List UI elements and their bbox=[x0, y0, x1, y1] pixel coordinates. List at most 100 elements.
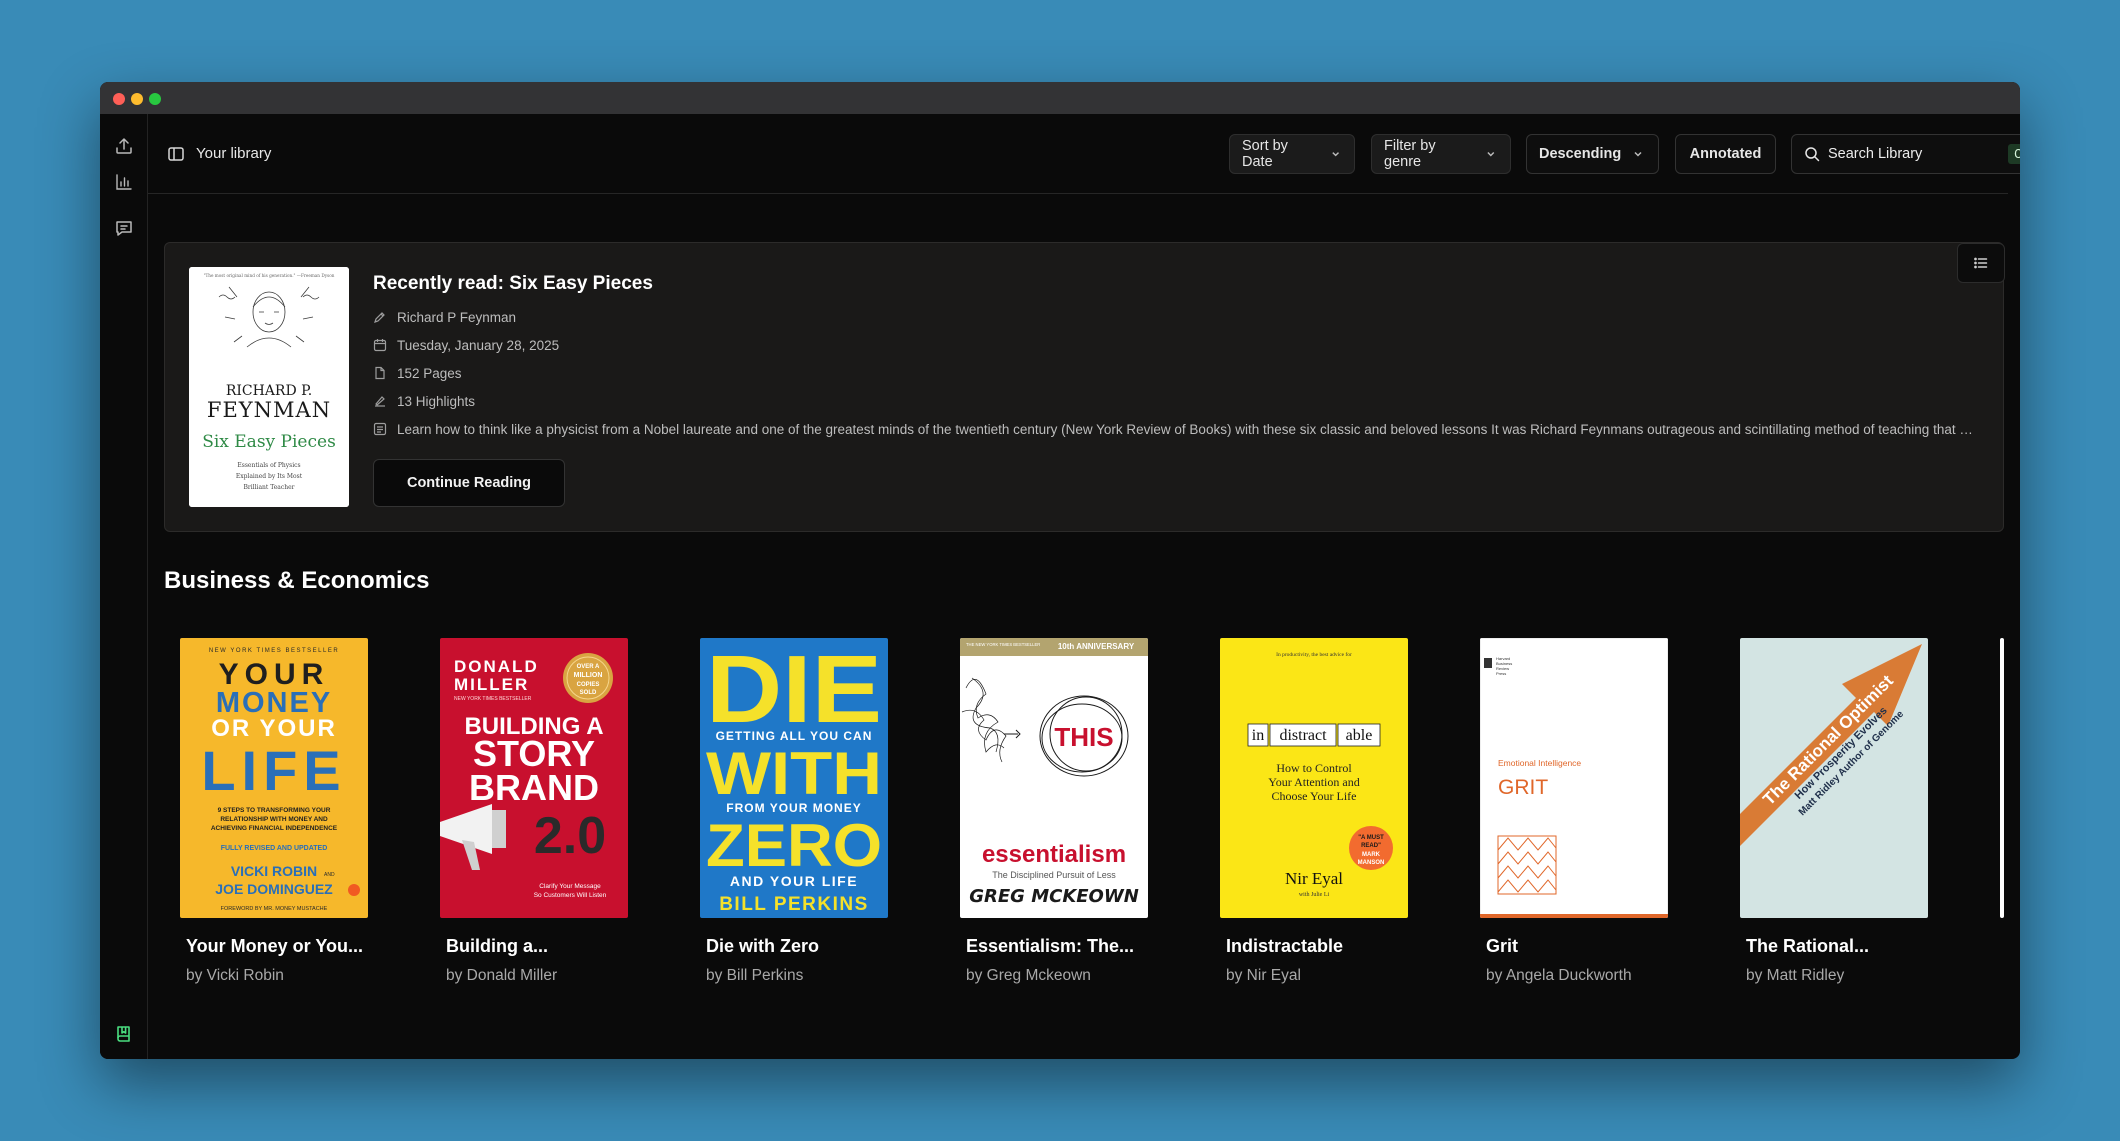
chevron-down-icon bbox=[1331, 152, 1339, 157]
book-cover[interactable]: THE NEW YORK TIMES BESTSELLER 10th ANNIV… bbox=[960, 638, 1148, 918]
book-card[interactable]: THE NEW YORK TIMES BESTSELLER 10th ANNIV… bbox=[960, 638, 1148, 985]
author-row: Richard P Feynman bbox=[373, 303, 1979, 331]
chat-icon[interactable] bbox=[114, 218, 134, 238]
svg-text:Choose Your Life: Choose Your Life bbox=[1271, 789, 1356, 803]
svg-text:COPIES: COPIES bbox=[577, 682, 600, 688]
svg-text:FULLY REVISED AND UPDATED: FULLY REVISED AND UPDATED bbox=[221, 845, 328, 852]
svg-text:DONALD: DONALD bbox=[454, 657, 539, 676]
cover-sub2: Explained by Its Most bbox=[236, 473, 303, 480]
svg-text:The Disciplined Pursuit of Les: The Disciplined Pursuit of Less bbox=[992, 870, 1116, 880]
book-cover[interactable]: NEW YORK TIMES BESTSELLER YOUR MONEY OR … bbox=[180, 638, 368, 918]
book-card[interactable]: NEW YORK TIMES BESTSELLER YOUR MONEY OR … bbox=[180, 638, 368, 985]
svg-text:ACHIEVING FINANCIAL INDEPENDEN: ACHIEVING FINANCIAL INDEPENDENCE bbox=[211, 825, 338, 832]
book-author: by Angela Duckworth bbox=[1486, 967, 1632, 984]
svg-text:"A MUST: "A MUST bbox=[1358, 835, 1384, 841]
svg-text:MARK: MARK bbox=[1362, 852, 1381, 858]
book-card[interactable]: DONALD MILLER NEW YORK TIMES BESTSELLER … bbox=[440, 638, 628, 985]
text-icon bbox=[373, 422, 387, 436]
close-window-button[interactable] bbox=[113, 93, 125, 105]
book-title: Indistractable bbox=[1226, 936, 1344, 956]
cover-name-bottom: FEYNMAN bbox=[207, 398, 331, 422]
cover-sub3: Brilliant Teacher bbox=[243, 484, 294, 491]
book-author: by Nir Eyal bbox=[1226, 967, 1301, 984]
svg-text:2.0: 2.0 bbox=[534, 807, 606, 865]
highlights-row: 13 Highlights bbox=[373, 387, 1979, 415]
featured-description: Learn how to think like a physicist from… bbox=[397, 421, 1979, 437]
order-dropdown[interactable]: Descending bbox=[1526, 134, 1659, 174]
library-icon[interactable] bbox=[114, 1024, 134, 1044]
svg-text:MILLER: MILLER bbox=[454, 675, 529, 694]
svg-text:Press: Press bbox=[1496, 671, 1506, 676]
svg-text:AND YOUR LIFE: AND YOUR LIFE bbox=[730, 873, 858, 889]
book-cover[interactable]: DONALD MILLER NEW YORK TIMES BESTSELLER … bbox=[440, 638, 628, 918]
maximize-window-button[interactable] bbox=[149, 93, 161, 105]
svg-text:MILLION: MILLION bbox=[574, 672, 603, 679]
cover-quote: "The most original mind of his generatio… bbox=[204, 273, 335, 278]
book-card[interactable]: DIE GETTING ALL YOU CAN WITH FROM YOUR M… bbox=[700, 638, 888, 985]
svg-text:distract: distract bbox=[1279, 727, 1327, 744]
svg-text:FOREWORD BY MR. MONEY MUSTACHE: FOREWORD BY MR. MONEY MUSTACHE bbox=[221, 906, 328, 912]
featured-book-cover[interactable]: "The most original mind of his generatio… bbox=[189, 267, 349, 507]
description-row: Learn how to think like a physicist from… bbox=[373, 415, 1979, 443]
book-cover[interactable]: Harvard Business Review Press Emotional … bbox=[1480, 638, 1668, 918]
book-cover[interactable]: In productivity, the best advice for in … bbox=[1220, 638, 1408, 918]
pages-row: 152 Pages bbox=[373, 359, 1979, 387]
recently-read-card: "The most original mind of his generatio… bbox=[164, 242, 2005, 532]
book-title: Essentialism: The... bbox=[966, 936, 1135, 956]
svg-text:10th ANNIVERSARY: 10th ANNIVERSARY bbox=[1058, 642, 1135, 651]
featured-title: Recently read: Six Easy Pieces bbox=[373, 273, 653, 294]
stats-icon[interactable] bbox=[114, 172, 134, 192]
book-card[interactable]: Harvard Business Review Press Emotional … bbox=[1480, 638, 1668, 985]
side-rail bbox=[100, 114, 148, 1059]
svg-text:BRAND: BRAND bbox=[469, 767, 599, 808]
annotated-button[interactable]: Annotated bbox=[1675, 134, 1776, 174]
book-card[interactable]: The Rational Optimist How Prosperity Evo… bbox=[1740, 638, 1928, 985]
svg-text:GRIT: GRIT bbox=[1498, 776, 1548, 799]
featured-highlights: 13 Highlights bbox=[397, 393, 476, 409]
book-card[interactable]: In productivity, the best advice for in … bbox=[1220, 638, 1408, 985]
order-label: Descending bbox=[1539, 146, 1622, 162]
svg-text:THE NEW YORK TIMES BESTSELLER: THE NEW YORK TIMES BESTSELLER bbox=[966, 642, 1040, 647]
svg-text:LIFE: LIFE bbox=[201, 739, 346, 802]
continue-reading-button[interactable]: Continue Reading bbox=[373, 459, 565, 507]
chevron-down-icon bbox=[1634, 151, 1642, 157]
genre-filter-dropdown[interactable]: Filter by genre bbox=[1371, 134, 1511, 174]
svg-text:Clarify Your Message: Clarify Your Message bbox=[539, 883, 601, 890]
next-book-peek[interactable] bbox=[2000, 638, 2004, 918]
svg-text:SOLD: SOLD bbox=[580, 690, 597, 696]
search-input[interactable]: Search Library Ctrl k bbox=[1791, 134, 2020, 174]
svg-text:VICKI ROBIN: VICKI ROBIN bbox=[231, 863, 317, 879]
book-author: by Greg Mckeown bbox=[966, 967, 1091, 984]
upload-icon[interactable] bbox=[114, 136, 134, 156]
svg-text:with Julie Li: with Julie Li bbox=[1299, 892, 1330, 898]
featured-author: Richard P Feynman bbox=[397, 309, 517, 325]
sort-dropdown[interactable]: Sort by Date bbox=[1229, 134, 1355, 174]
filter-label: Filter by genre bbox=[1384, 138, 1436, 170]
minimize-window-button[interactable] bbox=[131, 93, 143, 105]
date-row: Tuesday, January 28, 2025 bbox=[373, 331, 1979, 359]
sort-label: Sort by Date bbox=[1242, 138, 1288, 170]
book-cover[interactable]: The Rational Optimist How Prosperity Evo… bbox=[1740, 638, 1928, 918]
cover-title: Six Easy Pieces bbox=[202, 432, 336, 452]
search-icon bbox=[1805, 147, 1820, 162]
svg-text:Your Attention and: Your Attention and bbox=[1268, 775, 1359, 789]
book-author: by Matt Ridley bbox=[1746, 967, 1845, 984]
svg-text:in: in bbox=[1252, 727, 1264, 744]
svg-text:NEW YORK TIMES BESTSELLER: NEW YORK TIMES BESTSELLER bbox=[209, 648, 339, 654]
book-cover[interactable]: DIE GETTING ALL YOU CAN WITH FROM YOUR M… bbox=[700, 638, 888, 918]
svg-text:OVER A: OVER A bbox=[577, 664, 600, 670]
book-title: Grit bbox=[1486, 936, 1519, 956]
svg-text:READ": READ" bbox=[1361, 843, 1381, 849]
main-content: Your library Sort by Date Filter by genr… bbox=[148, 114, 2020, 1059]
svg-text:WITH: WITH bbox=[706, 740, 882, 807]
sidebar-toggle-icon[interactable] bbox=[166, 144, 186, 164]
svg-text:RELATIONSHIP WITH MONEY AND: RELATIONSHIP WITH MONEY AND bbox=[220, 816, 328, 823]
section-title: Business & Economics bbox=[164, 567, 430, 594]
book-title: Your Money or You... bbox=[186, 936, 364, 956]
featured-info: Recently read: Six Easy Pieces Richard P… bbox=[373, 271, 1979, 443]
cover-name-top: RICHARD P. bbox=[226, 383, 312, 399]
cover-sub1: Essentials of Physics bbox=[237, 462, 300, 469]
svg-text:AND: AND bbox=[324, 872, 335, 878]
app-window: Your library Sort by Date Filter by genr… bbox=[100, 82, 2020, 1059]
list-icon bbox=[1974, 257, 1988, 269]
